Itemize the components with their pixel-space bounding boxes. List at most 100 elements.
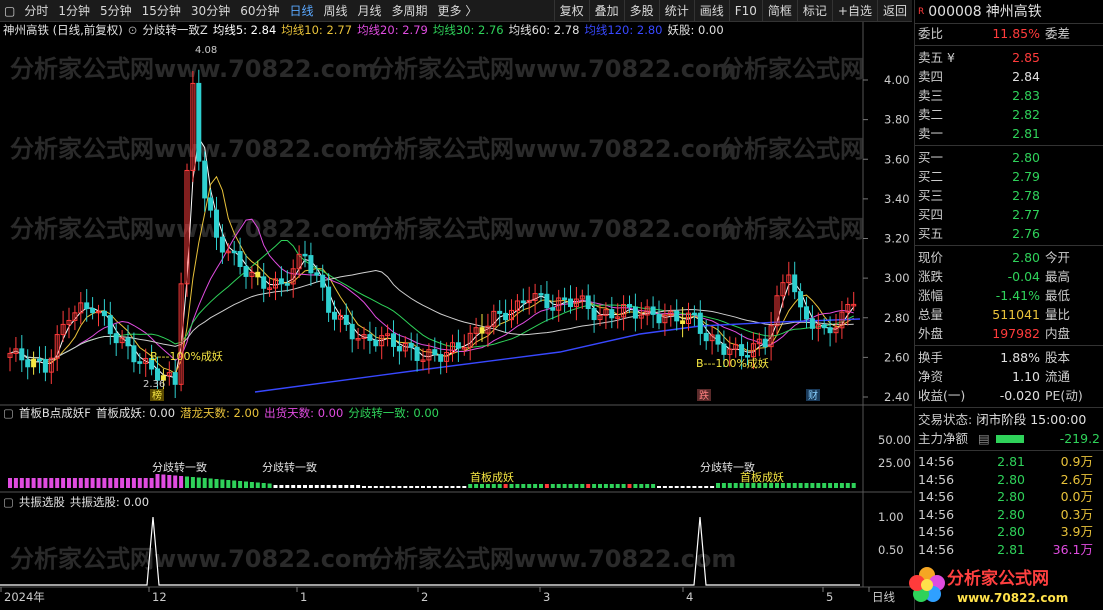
sub1-indicator-name[interactable]: 首板B点成妖F	[19, 405, 91, 421]
ask-price: 2.81	[1012, 126, 1040, 141]
candle-body	[568, 298, 573, 308]
ask-row[interactable]: 卖二 2.82	[915, 105, 1103, 124]
tick-row[interactable]: 14:56 2.81 0.9万	[915, 453, 1103, 471]
histogram-bar	[556, 484, 561, 488]
tick-volume: 3.9万	[1060, 524, 1093, 539]
ask-row[interactable]: 卖一 2.81	[915, 124, 1103, 143]
candle-body	[284, 283, 290, 286]
histogram-bar	[503, 484, 508, 488]
back-button[interactable]: 返回	[876, 0, 912, 22]
period-tab-monthly[interactable]: 月线	[353, 0, 387, 22]
period-tab-fenshi[interactable]: 分时	[19, 0, 53, 22]
tick-list[interactable]: 14:56 2.81 0.9万 14:56 2.80 2.6万 14:56 2.80 0.0万 1…	[915, 453, 1103, 558]
indicator-dropdown-icon[interactable]: ⊙	[128, 22, 138, 38]
ma10-value: 均线10: 2.77	[281, 23, 353, 37]
tick-row[interactable]: 14:56 2.80 0.0万	[915, 488, 1103, 506]
bid-row[interactable]: 买四 2.77	[915, 205, 1103, 224]
mark-button[interactable]: 标记	[796, 0, 832, 22]
histogram-bar	[356, 485, 361, 488]
period-tab-60min[interactable]: 60分钟	[235, 0, 284, 22]
candle-body	[19, 348, 25, 361]
candle-body	[37, 358, 42, 362]
b-signal-label: B---100%成妖	[150, 349, 223, 363]
stock-name: 神州高铁	[985, 4, 1042, 20]
period-tab-multi[interactable]: 多周期	[387, 0, 433, 22]
detail-icon[interactable]: ▤	[978, 429, 996, 448]
simple-frame-button[interactable]: 简框	[761, 0, 797, 22]
period-tab-30min[interactable]: 30分钟	[186, 0, 235, 22]
main-y-axis: 4.00 3.80 3.60 3.40 3.20 3.00 2.80 2.60 2.40	[863, 73, 910, 404]
stat-value: 197982	[992, 326, 1040, 341]
period-tab-5min[interactable]: 5分钟	[95, 0, 137, 22]
period-tab-weekly[interactable]: 周线	[319, 0, 353, 22]
histogram-bar	[220, 479, 225, 488]
trade-status-row: 交易状态: 闭市阶段 15:00:00	[915, 410, 1103, 429]
bid-row[interactable]: 买三 2.78	[915, 186, 1103, 205]
bid-row[interactable]: 买一 2.80	[915, 148, 1103, 167]
histogram-bar	[96, 478, 101, 488]
histogram-bar	[845, 483, 850, 488]
kline-chart-svg[interactable]: 分析家公式网www.70822.com 分析家公式网www.70822.com …	[0, 22, 912, 610]
period-tab-15min[interactable]: 15分钟	[137, 0, 186, 22]
ask-row[interactable]: 卖四 2.84	[915, 67, 1103, 86]
fuquan-button[interactable]: 复权	[553, 0, 589, 22]
histogram-bar	[527, 484, 532, 488]
histogram-bar	[804, 483, 809, 488]
period-tab-daily[interactable]: 日线	[284, 0, 318, 22]
tick-row[interactable]: 14:56 2.81 36.1万	[915, 541, 1103, 559]
ask-row[interactable]: 卖三 2.83	[915, 86, 1103, 105]
stat-value: 2.80	[1012, 250, 1040, 265]
statistics-button[interactable]: 统计	[658, 0, 694, 22]
histogram-bar	[137, 478, 142, 488]
close-icon[interactable]: ▢	[3, 494, 14, 510]
watermark-text: 分析家公式网	[720, 215, 864, 243]
toolbar-menu-icon[interactable]: ▢	[0, 0, 19, 22]
histogram-bar	[710, 486, 715, 488]
candle-body	[438, 354, 444, 362]
bid-row[interactable]: 买二 2.79	[915, 167, 1103, 186]
stat-value: 511041	[992, 307, 1040, 322]
shouban-label: 首板成妖	[470, 470, 514, 484]
low-label: 2.36	[143, 379, 165, 390]
overlay-button[interactable]: 叠加	[588, 0, 624, 22]
histogram-bar	[621, 484, 626, 488]
ma5-value: 均线5: 2.84	[212, 23, 277, 37]
histogram-bar	[698, 486, 703, 488]
histogram-bar	[810, 483, 815, 488]
histogram-bar	[214, 479, 219, 488]
multi-stock-button[interactable]: 多股	[623, 0, 659, 22]
histogram-bar	[131, 478, 136, 488]
histogram-bar	[37, 478, 42, 488]
histogram-bar	[692, 486, 697, 488]
tick-volume: 0.3万	[1060, 506, 1093, 522]
watermark-text: 分析家公式网www.70822.com	[370, 545, 736, 573]
sub2-indicator-name[interactable]: 共振选股	[19, 494, 65, 510]
bid-row[interactable]: 买五 2.76	[915, 224, 1103, 243]
histogram-bar	[367, 486, 372, 488]
period-tab-1min[interactable]: 1分钟	[53, 0, 95, 22]
chart-area[interactable]: 分析家公式网www.70822.com 分析家公式网www.70822.com …	[0, 22, 912, 610]
period-tab-more[interactable]: 更多 〉	[433, 0, 483, 22]
close-icon[interactable]: ▢	[3, 405, 14, 421]
tick-price: 2.81	[997, 541, 1025, 557]
axis-label: 3.80	[884, 113, 910, 127]
bid-price: 2.77	[1012, 207, 1040, 222]
tick-row[interactable]: 14:56 2.80 3.9万	[915, 523, 1103, 541]
watermark-url: www.70822.com	[957, 591, 1068, 605]
sub-chart-1: 50.0025.00分歧转一致 分歧转一致 分歧转一致首板成妖 首板成妖	[8, 433, 911, 488]
histogram-bar	[574, 484, 579, 488]
tick-row[interactable]: 14:56 2.80 0.3万	[915, 506, 1103, 524]
histogram-bar	[432, 486, 437, 488]
histogram-bar	[438, 486, 443, 488]
add-watchlist-button[interactable]: +自选	[831, 0, 877, 22]
candle-body	[650, 306, 656, 315]
draw-line-button[interactable]: 画线	[693, 0, 729, 22]
histogram-bar	[674, 486, 679, 488]
sub2-axis-label: 1.00	[878, 510, 904, 524]
histogram-bar	[421, 486, 425, 488]
indicator-name[interactable]: 分歧转一致Z	[142, 22, 207, 38]
ask-row[interactable]: 卖五 ¥ 2.85	[915, 48, 1103, 67]
f10-button[interactable]: F10	[728, 0, 762, 22]
candle-body	[632, 306, 638, 319]
tick-row[interactable]: 14:56 2.80 2.6万	[915, 471, 1103, 489]
